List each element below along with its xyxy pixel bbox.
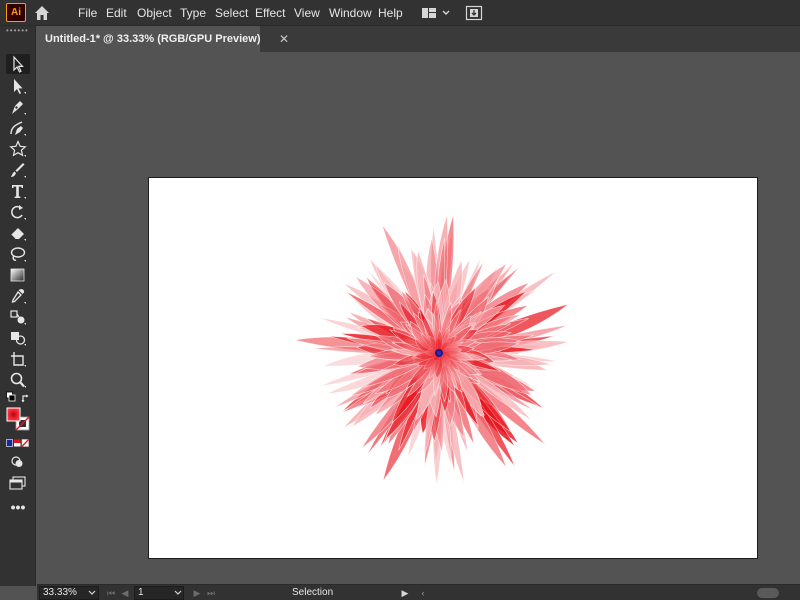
menu-select[interactable]: Select bbox=[215, 5, 248, 21]
menu-file[interactable]: File bbox=[78, 5, 97, 21]
paintbrush-tool-icon[interactable] bbox=[6, 160, 30, 180]
direct-selection-tool-icon[interactable] bbox=[6, 76, 30, 96]
eraser-tool-icon[interactable] bbox=[6, 223, 30, 243]
status-bar: 33.33% ⏮ ◀ 1 ▶ ⏭ Selection ▶ ‹ bbox=[37, 584, 800, 600]
artboard-number-value: 1 bbox=[138, 587, 144, 598]
next-artboard-icon[interactable]: ▶ bbox=[191, 586, 203, 600]
current-tool-label: Selection bbox=[292, 587, 334, 598]
close-tab-icon[interactable]: ✕ bbox=[277, 32, 291, 46]
screen-mode-icon[interactable] bbox=[6, 475, 30, 491]
menu-window[interactable]: Window bbox=[329, 5, 372, 21]
panel-grip[interactable]: •••••• bbox=[6, 27, 30, 35]
eyedropper-tool-icon[interactable] bbox=[6, 286, 30, 306]
menu-bar: Ai File Edit Object Type Select Effect V… bbox=[0, 0, 800, 26]
document-tab[interactable]: Untitled-1* @ 33.33% (RGB/GPU Preview) bbox=[38, 26, 261, 52]
type-tool-icon[interactable] bbox=[6, 181, 30, 201]
menu-object[interactable]: Object bbox=[137, 5, 172, 21]
last-artboard-icon[interactable]: ⏭ bbox=[205, 586, 217, 600]
menu-effect[interactable]: Effect bbox=[255, 5, 285, 21]
color-mode-icons[interactable] bbox=[6, 438, 30, 450]
fill-stroke-swap-icon[interactable] bbox=[6, 391, 30, 405]
horizontal-scrollbar-thumb[interactable] bbox=[757, 588, 779, 598]
more-tools-icon[interactable]: ••• bbox=[6, 500, 30, 516]
artboard[interactable] bbox=[149, 178, 757, 558]
status-menu-arrow-icon[interactable]: ▶ bbox=[399, 586, 411, 600]
artboard-dropdown-chevron-icon[interactable] bbox=[171, 586, 185, 600]
curvature-tool-icon[interactable] bbox=[6, 118, 30, 138]
selection-tool-icon[interactable] bbox=[6, 54, 30, 74]
previous-artboard-icon[interactable]: ◀ bbox=[119, 586, 131, 600]
menu-type[interactable]: Type bbox=[180, 5, 206, 21]
document-tab-strip: Untitled-1* @ 33.33% (RGB/GPU Preview) ✕ bbox=[38, 26, 800, 52]
workspace-layout-button[interactable] bbox=[420, 5, 454, 21]
shape-builder-tool-icon[interactable] bbox=[6, 328, 30, 348]
rotate-tool-icon[interactable] bbox=[6, 202, 30, 222]
home-icon[interactable] bbox=[33, 4, 51, 22]
chrysanthemum-artwork[interactable] bbox=[289, 203, 589, 503]
first-artboard-icon[interactable]: ⏮ bbox=[105, 586, 117, 600]
draw-mode-icon[interactable] bbox=[6, 455, 30, 469]
zoom-dropdown-chevron-icon[interactable] bbox=[85, 586, 99, 600]
zoom-tool-icon[interactable] bbox=[6, 370, 30, 390]
menu-view[interactable]: View bbox=[294, 5, 320, 21]
lasso-tool-icon[interactable] bbox=[6, 244, 30, 264]
illustrator-logo: Ai bbox=[6, 3, 26, 22]
fill-stroke-swatch[interactable] bbox=[6, 407, 30, 433]
menu-help[interactable]: Help bbox=[378, 5, 403, 21]
document-tab-title: Untitled-1* @ 33.33% (RGB/GPU Preview) bbox=[45, 33, 261, 45]
arrange-documents-icon[interactable] bbox=[465, 4, 483, 22]
menu-edit[interactable]: Edit bbox=[106, 5, 127, 21]
tools-panel: •••••• ••• bbox=[0, 26, 36, 586]
artboard-tool-icon[interactable] bbox=[6, 349, 30, 369]
blend-tool-icon[interactable] bbox=[6, 307, 30, 327]
star-tool-icon[interactable] bbox=[6, 139, 30, 159]
gradient-tool-icon[interactable] bbox=[6, 265, 30, 285]
scroll-left-icon[interactable]: ‹ bbox=[417, 586, 429, 600]
pen-tool-icon[interactable] bbox=[6, 97, 30, 117]
zoom-level-value: 33.33% bbox=[43, 587, 77, 598]
